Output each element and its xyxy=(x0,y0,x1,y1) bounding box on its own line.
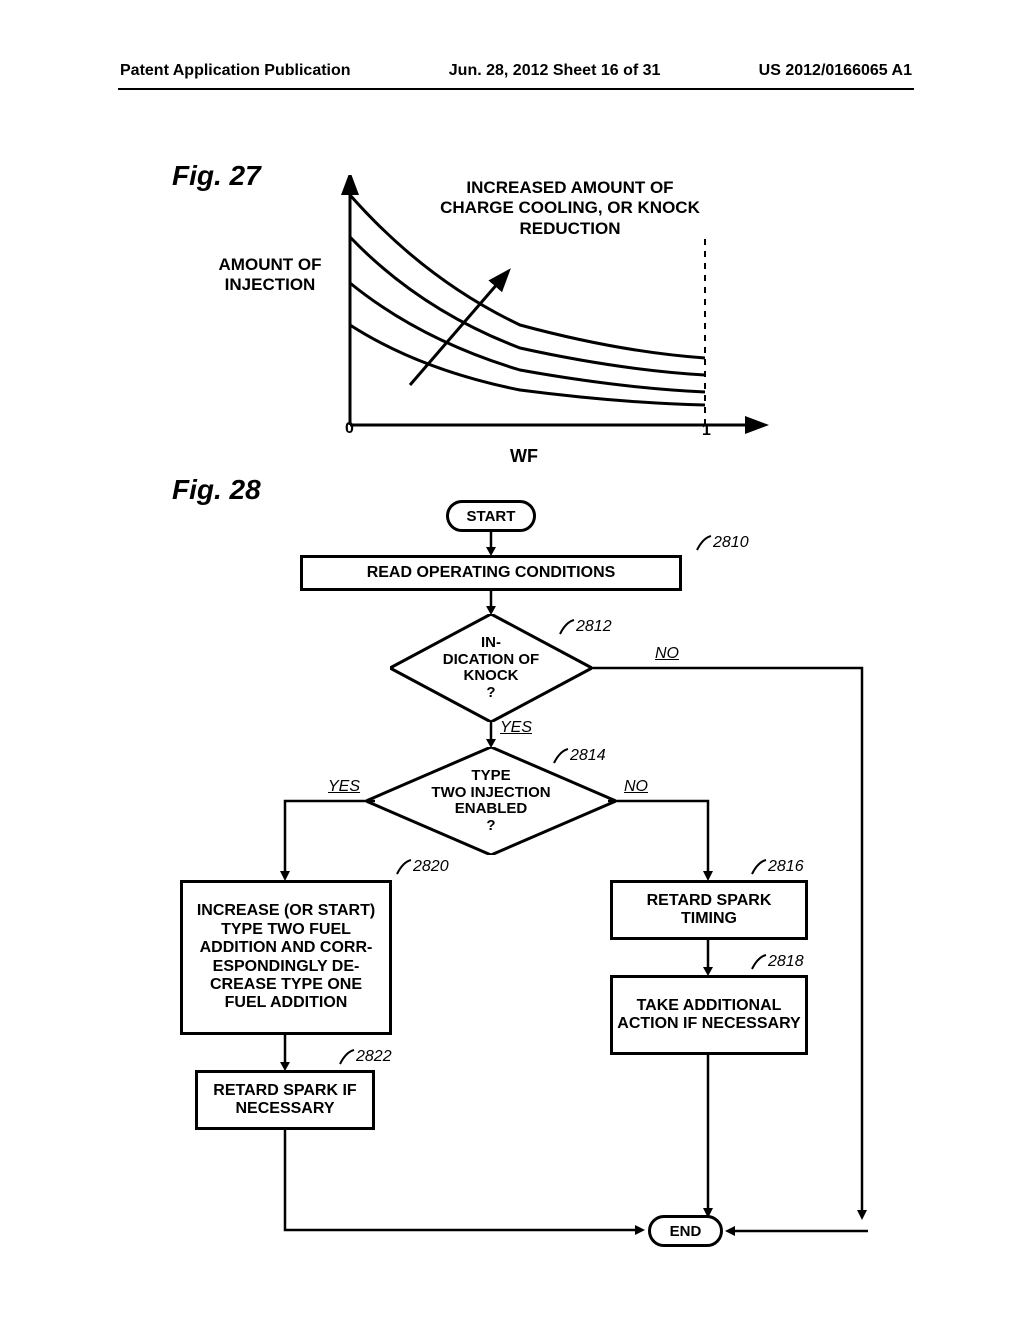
arrow-icon xyxy=(723,1226,868,1236)
yes-label: YES xyxy=(500,719,532,737)
fig27-chart xyxy=(340,175,770,455)
no-label: NO xyxy=(655,645,679,663)
ref-2818: 2818 xyxy=(750,953,804,971)
ref-2814: 2814 xyxy=(552,747,606,765)
connector-line xyxy=(280,1130,650,1235)
ref-2810: 2810 xyxy=(695,534,749,552)
arrow-icon xyxy=(486,591,496,615)
arrow-icon xyxy=(703,940,713,976)
connector-line xyxy=(608,798,716,883)
fig28-flowchart: START READ OPERATING CONDITIONS 2810 IN-… xyxy=(150,500,870,1250)
header-left: Patent Application Publication xyxy=(120,62,351,80)
connector-line xyxy=(280,798,375,883)
chart-y-axis-label: AMOUNT OF INJECTION xyxy=(200,255,340,296)
take-additional-action-process: TAKE ADDITIONAL ACTION IF NECESSARY xyxy=(610,975,808,1055)
ref-2822: 2822 xyxy=(338,1048,392,1066)
arrow-icon xyxy=(486,532,496,556)
connector-line xyxy=(703,1055,713,1220)
header-center: Jun. 28, 2012 Sheet 16 of 31 xyxy=(449,62,661,80)
ref-2816: 2816 xyxy=(750,858,804,876)
retard-spark-timing-process: RETARD SPARK TIMING xyxy=(610,880,808,940)
end-terminal: END xyxy=(648,1215,723,1247)
chart-xtick-1: 1 xyxy=(702,422,711,440)
arrow-icon xyxy=(486,722,496,748)
header-right: US 2012/0166065 A1 xyxy=(759,62,912,80)
increase-type-two-process: INCREASE (OR START) TYPE TWO FUEL ADDITI… xyxy=(180,880,392,1035)
yes-label: YES xyxy=(328,778,360,796)
chart-x-axis-label: WF xyxy=(510,446,538,467)
read-conditions-process: READ OPERATING CONDITIONS xyxy=(300,555,682,591)
ref-2812: 2812 xyxy=(558,618,612,636)
no-label: NO xyxy=(624,778,648,796)
ref-2820: 2820 xyxy=(395,858,449,876)
retard-spark-if-necessary-process: RETARD SPARK IF NECESSARY xyxy=(195,1070,375,1130)
page-header: Patent Application Publication Jun. 28, … xyxy=(0,62,1024,80)
chart-xtick-0: 0 xyxy=(345,420,354,438)
arrow-icon xyxy=(280,1035,290,1071)
start-terminal: START xyxy=(446,500,536,532)
figure-27-label: Fig. 27 xyxy=(172,160,261,192)
header-divider xyxy=(118,88,914,90)
